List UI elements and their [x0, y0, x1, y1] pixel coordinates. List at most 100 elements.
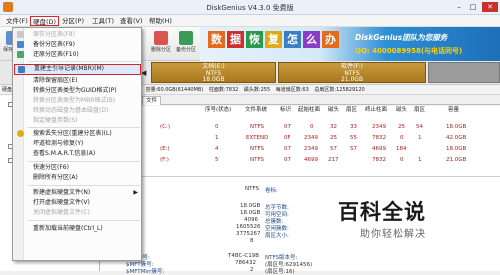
disk-cylinders: 柱面数:7832 — [208, 87, 239, 93]
col-start-cyl[interactable]: 起始柱面 — [298, 106, 320, 115]
partition-block-f[interactable]: 软件(F:) NTFS 21.0GB — [278, 62, 426, 83]
row-index: 1 — [215, 135, 219, 141]
col-start-head[interactable]: 磁头 — [328, 106, 339, 115]
row-end-cyl: 4699 — [372, 146, 386, 152]
menu-tools[interactable]: 工具(T) — [90, 16, 116, 26]
table-row[interactable]: (C:) 0 NTFS 07 0 32 33 2349 25 54 18.0GB — [100, 123, 500, 132]
menu-bad-sector-check[interactable]: 坏道检测与修复(Y) — [14, 139, 141, 148]
row-index: 5 — [215, 157, 219, 163]
disk-heads: 磁头数:255 — [243, 87, 271, 93]
window-title: DiskGenius V4.3.0 免费版 — [206, 4, 294, 12]
disk-label: 硬盘 — [2, 87, 13, 93]
disk-menu-dropdown: 保存分区表(F8) 备份分区表(F9) 还原分区表(F10) 重建主引导记录(M… — [12, 27, 142, 261]
menu-help[interactable]: 帮助(H) — [147, 16, 174, 26]
menu-smart-info[interactable]: 查看S.M.A.R.T.信息(A) — [14, 149, 141, 158]
row-fs: NTFS — [250, 124, 265, 130]
disk-total-sectors: 总扇区数:125829120 — [314, 87, 365, 93]
col-index[interactable]: 序号(状态) — [205, 106, 231, 115]
partition-e-size: 18.0GB — [202, 76, 225, 83]
backup-partition-button[interactable]: 备份分区 — [175, 29, 197, 59]
promo-banner[interactable]: 数 据 恢 复 怎 么 办 DiskGenius团队为您服务 QQ: 40000… — [200, 27, 500, 61]
col-start-sector[interactable]: 扇区 — [346, 106, 357, 115]
row-name: (C:) — [160, 124, 170, 130]
menu-file[interactable]: 文件(F) — [4, 16, 30, 26]
delete-partition-button[interactable]: 删除分区 — [150, 29, 172, 59]
menu-clear-reserved-sectors[interactable]: 清除保留扇区(E) — [14, 76, 141, 85]
row-start-cyl: 0 — [310, 124, 314, 130]
col-end-cyl[interactable]: 终止柱面 — [365, 106, 387, 115]
label-sector-size: 扇区大小: — [265, 233, 289, 239]
maximize-button[interactable]: □ — [467, 2, 479, 12]
menu-save-partition-table[interactable]: 保存分区表(F8) — [14, 30, 141, 39]
disk-sectors-per-track: 每道扇区数:63 — [275, 87, 309, 93]
menu-convert-to-mbr[interactable]: 转换分区表类型为MBR格式(B) — [14, 96, 141, 105]
banner-qq: QQ: 4000089958(与电话同号) — [355, 47, 463, 55]
col-id[interactable]: 标识 — [280, 106, 291, 115]
disk-capacity: 容量:60.0GB(61440MB) — [145, 87, 204, 93]
detail-fs: NTFS — [245, 186, 260, 192]
menu-convert-dynamic-to-basic[interactable]: 转换动态磁盘为基本磁盘(D) — [14, 106, 141, 115]
table-row[interactable]: 1 EXTEND 0F 2349 25 55 7832 0 1 42.0GB — [100, 134, 500, 143]
col-capacity[interactable]: 容量 — [448, 106, 459, 115]
row-capacity: 18.0GB — [446, 146, 467, 152]
menu-close-virtual-disk[interactable]: 关闭虚拟硬盘文件(C) — [14, 208, 141, 217]
col-fs[interactable]: 文件系统 — [245, 106, 267, 115]
menu-view[interactable]: 查看(V) — [118, 16, 145, 26]
banner-char: 怎 — [284, 31, 301, 48]
row-start-head: 25 — [330, 135, 337, 141]
menu-reload-disk[interactable]: 重新加载当前硬盘(Ctrl_L) — [14, 224, 141, 233]
row-start-cyl: 4699 — [304, 157, 318, 163]
menu-restore-partition-table[interactable]: 还原分区表(F10) — [14, 50, 141, 59]
row-end-cyl: 7832 — [372, 135, 386, 141]
submenu-arrow-icon: ▶ — [133, 189, 138, 196]
menu-specify-disk-params[interactable]: 指定硬盘参数(S) — [14, 116, 141, 125]
detail-free: 18.0GB — [240, 210, 261, 216]
row-id: 07 — [284, 124, 291, 130]
restore-icon — [17, 51, 24, 58]
save-icon — [17, 31, 24, 38]
row-fs: NTFS — [250, 146, 265, 152]
menu-new-virtual-disk[interactable]: 新建虚拟硬盘文件(N) ▶ — [14, 188, 141, 197]
menu-partition[interactable]: 分区(P) — [60, 16, 86, 26]
minimize-button[interactable]: – — [453, 2, 465, 12]
row-end-sector: 54 — [416, 124, 423, 130]
row-end-head: 184 — [396, 146, 407, 152]
menu-backup-partition-table[interactable]: 备份分区表(F9) — [14, 40, 141, 49]
menu-search-lost-partitions[interactable]: 搜索丢失分区(重建分区表)(L) — [14, 129, 141, 138]
row-id: 07 — [284, 146, 291, 152]
table-row[interactable]: (F:) 5 NTFS 07 4699 217 7832 0 1 21.0GB — [100, 156, 500, 165]
menu-convert-to-guid[interactable]: 转换分区表类型为GUID格式(P) — [14, 86, 141, 95]
row-start-cyl: 2349 — [304, 146, 318, 152]
banner-char: 恢 — [246, 31, 263, 48]
unallocated-block[interactable] — [428, 62, 500, 83]
backup-icon — [17, 41, 24, 48]
menu-disk[interactable]: 硬盘(D) — [30, 16, 60, 26]
row-end-cyl: 7832 — [372, 157, 386, 163]
search-icon — [17, 130, 24, 137]
menu-open-virtual-disk[interactable]: 打开虚拟硬盘文件(V) — [14, 198, 141, 207]
banner-char: 据 — [227, 31, 244, 48]
row-id: 07 — [284, 157, 291, 163]
partition-f-size: 21.0GB — [340, 76, 364, 83]
detail-total-clusters: 1605526 — [236, 224, 261, 230]
partition-block-e[interactable]: 文档(E:) NTFS 18.0GB — [151, 62, 276, 83]
row-end-head: 25 — [398, 124, 405, 130]
row-name: (F:) — [160, 157, 169, 163]
col-end-sector[interactable]: 扇区 — [414, 106, 425, 115]
close-button[interactable]: ✕ — [482, 2, 498, 12]
menu-rebuild-mbr[interactable]: 重建主引导记录(MBR)(M) — [14, 64, 141, 75]
label-volume: 卷标: — [265, 188, 278, 194]
table-row[interactable]: (E:) 4 NTFS 07 2349 57 57 4699 184 18.0G… — [100, 145, 500, 154]
row-end-head: 0 — [400, 157, 404, 163]
col-end-head[interactable]: 磁头 — [396, 106, 407, 115]
menu-delete-all-partitions[interactable]: 删除所有分区(A) — [14, 173, 141, 182]
row-start-cyl: 2349 — [304, 135, 318, 141]
menu-bar: 文件(F) 硬盘(D) 分区(P) 工具(T) 查看(V) 帮助(H) — [0, 15, 500, 27]
menu-quick-partition[interactable]: 快速分区(F6) — [14, 163, 141, 172]
banner-brand: DiskGenius团队为您服务 — [355, 33, 448, 42]
row-capacity: 18.0GB — [446, 124, 467, 130]
row-start-sector: 33 — [350, 124, 357, 130]
delete-partition-icon — [154, 31, 168, 45]
row-start-sector: 57 — [350, 146, 357, 152]
tab-files[interactable]: 文件 — [142, 96, 162, 105]
